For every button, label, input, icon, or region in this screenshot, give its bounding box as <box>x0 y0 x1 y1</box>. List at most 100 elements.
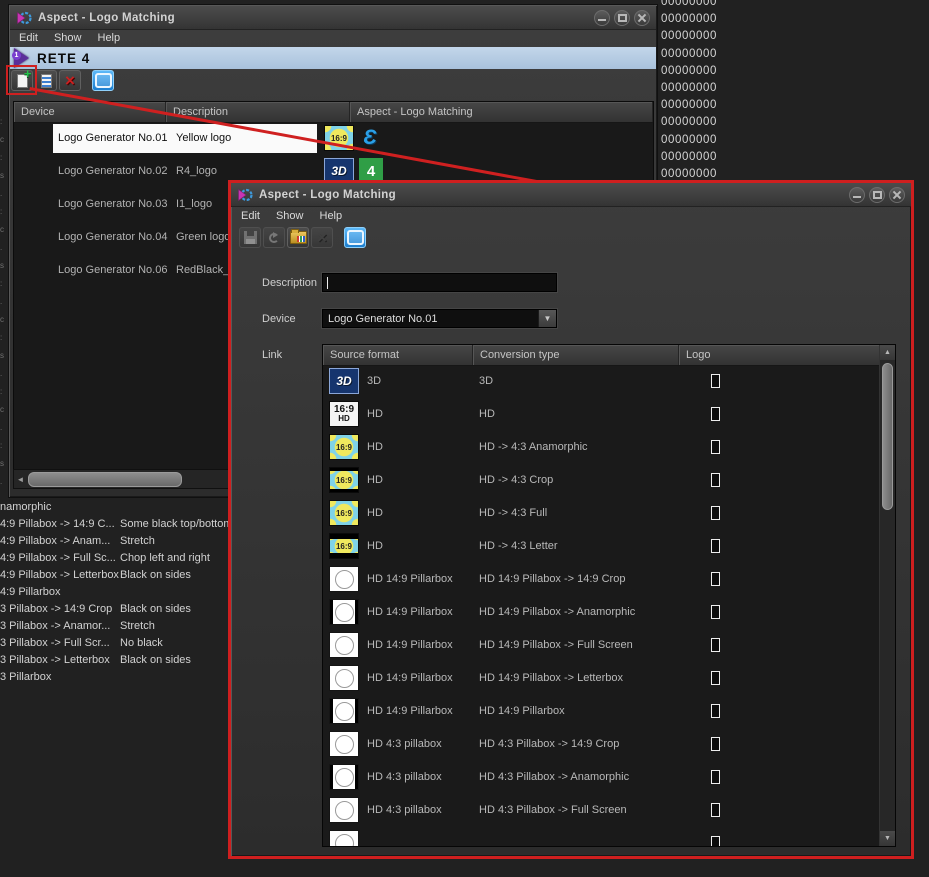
link-table-body: 3D3DHDHDHDHD -> 4:3 AnamorphicHDHD -> 4:… <box>323 365 880 846</box>
pillar-format-icon <box>329 632 359 658</box>
header-aspect-logo-matching[interactable]: Aspect - Logo Matching <box>350 102 653 122</box>
preview-button[interactable] <box>344 227 366 248</box>
clipped-glyph: . <box>0 478 8 486</box>
link-row[interactable]: HDHD -> 4:3 Letter <box>323 530 880 563</box>
conversion-behavior: Black on sides <box>120 569 191 581</box>
clipped-glyph: . <box>0 244 8 252</box>
minimize-button[interactable] <box>849 187 865 203</box>
conversion-type: HD -> 4:3 Full <box>479 507 547 519</box>
conversion-name: 3 Pillabox -> Anamor... <box>0 620 110 632</box>
source-format: HD 14:9 Pillarbox <box>367 573 453 585</box>
maximize-button[interactable] <box>614 10 630 26</box>
device-name: Logo Generator No.06 <box>58 264 167 276</box>
selected-channel-row[interactable]: RETE 4 <box>10 47 656 69</box>
titlebar[interactable]: Aspect - Logo Matching <box>231 183 911 207</box>
minimize-button[interactable] <box>594 10 610 26</box>
logo-placeholder <box>711 374 720 388</box>
hex-value: 00000000 <box>661 132 717 149</box>
header-device[interactable]: Device <box>14 102 166 122</box>
device-dropdown[interactable]: Logo Generator No.01 ▼ <box>322 309 557 328</box>
menu-bar: Edit Show Help <box>232 207 910 225</box>
link-row[interactable]: HDHD -> 4:3 Full <box>323 497 880 530</box>
link-row[interactable]: HD 4:3 pillaboxHD 4:3 Pillabox -> Anamor… <box>323 761 880 794</box>
menu-show[interactable]: Show <box>276 210 304 222</box>
scroll-up-arrow-icon[interactable]: ▲ <box>880 345 895 360</box>
link-row[interactable]: HD 14:9 Pillarbox HD 14:9 Pillabox -> 14:… <box>323 563 880 596</box>
logo-placeholder <box>711 440 720 454</box>
logo-placeholder <box>711 638 720 652</box>
channel-badge: 1 <box>12 51 21 60</box>
edit-item-icon <box>41 74 52 88</box>
conversion-type: HD 4:3 Pillabox -> Full Screen <box>479 804 627 816</box>
dropdown-arrow-button[interactable]: ▼ <box>538 310 556 327</box>
conversion-type: HD 14:9 Pillabox -> 14:9 Crop <box>479 573 625 585</box>
scroll-down-arrow-icon[interactable]: ▼ <box>880 831 895 846</box>
horizontal-scroll-thumb[interactable] <box>28 472 182 487</box>
menu-bar: Edit Show Help <box>10 29 656 47</box>
menu-edit[interactable]: Edit <box>19 32 38 44</box>
delete-icon <box>65 72 75 89</box>
header-source-format[interactable]: Source format <box>323 345 473 365</box>
horizontal-scrollbar[interactable]: ◄ <box>13 469 235 489</box>
link-row[interactable]: HDHD -> 4:3 Anamorphic <box>323 431 880 464</box>
link-row[interactable]: HD 14:9 PillarboxHD 14:9 Pillabox -> Ana… <box>323 596 880 629</box>
undo-button[interactable] <box>263 227 285 248</box>
conversion-name: 3 Pillabox -> Letterbox <box>0 654 110 666</box>
text-caret <box>327 277 328 289</box>
link-row[interactable] <box>323 827 880 846</box>
header-logo[interactable]: Logo <box>679 345 880 365</box>
source-format: HD 14:9 Pillarbox <box>367 639 453 651</box>
maximize-button[interactable] <box>869 187 885 203</box>
pillar-format-icon <box>329 830 359 846</box>
menu-help[interactable]: Help <box>98 32 121 44</box>
app-icon <box>16 10 32 26</box>
source-format: HD <box>367 474 383 486</box>
close-button[interactable] <box>889 187 905 203</box>
device-row[interactable]: Logo Generator No.01Yellow logo <box>14 122 653 155</box>
conversion-name: 3 Pillarbox <box>0 671 51 683</box>
link-row[interactable]: HD 4:3 pillaboxHD 4:3 Pillabox -> 14:9 C… <box>323 728 880 761</box>
description-input[interactable] <box>322 273 557 292</box>
device-description: I1_logo <box>176 198 212 210</box>
link-row[interactable]: HD 14:9 PillarboxHD 14:9 Pillarbox <box>323 695 880 728</box>
vertical-scrollbar[interactable]: ▲ ▼ <box>879 345 895 846</box>
link-row[interactable]: HD 14:9 PillarboxHD 14:9 Pillabox -> Let… <box>323 662 880 695</box>
conversion-type: HD 14:9 Pillabox -> Anamorphic <box>479 606 635 618</box>
logo-folder-button[interactable] <box>287 227 309 248</box>
link-row[interactable]: HD 14:9 PillarboxHD 14:9 Pillabox -> Ful… <box>323 629 880 662</box>
hex-value: 00000000 <box>661 28 717 45</box>
logo-placeholder <box>711 473 720 487</box>
close-button[interactable] <box>634 10 650 26</box>
menu-edit[interactable]: Edit <box>241 210 260 222</box>
delete-logo-button[interactable] <box>59 70 81 91</box>
pillar-format-icon <box>329 665 359 691</box>
logo-placeholder <box>711 836 720 846</box>
delete-logo-gray-button[interactable] <box>311 227 333 248</box>
hex-value: 00000000 <box>661 114 717 131</box>
logo-placeholder <box>711 704 720 718</box>
scroll-left-arrow-icon[interactable]: ◄ <box>14 475 27 484</box>
link-label: Link <box>262 349 282 361</box>
conversion-name: 4:9 Pillabox -> 14:9 C... <box>0 518 115 530</box>
toolbar <box>239 227 366 248</box>
app-icon <box>237 187 253 203</box>
logo-placeholder <box>711 407 720 421</box>
preview-button[interactable] <box>92 70 114 91</box>
vertical-scroll-thumb[interactable] <box>882 363 893 510</box>
conversion-name: 4:9 Pillabox -> Letterbox <box>0 569 119 581</box>
monitor-icon <box>95 73 112 88</box>
clipped-glyph: s <box>0 262 8 270</box>
link-row[interactable]: HDHD <box>323 398 880 431</box>
link-row[interactable]: HDHD -> 4:3 Crop <box>323 464 880 497</box>
link-row[interactable]: HD 4:3 pillaboxHD 4:3 Pillabox -> Full S… <box>323 794 880 827</box>
window-buttons <box>594 10 650 26</box>
save-button[interactable] <box>239 227 261 248</box>
titlebar[interactable]: Aspect - Logo Matching <box>10 6 656 30</box>
header-conversion-type[interactable]: Conversion type <box>473 345 679 365</box>
conversion-name: 3 Pillabox -> Full Scr... <box>0 637 110 649</box>
menu-show[interactable]: Show <box>54 32 82 44</box>
pillar-format-icon <box>329 566 359 592</box>
link-row[interactable]: 3D3D <box>323 365 880 398</box>
menu-help[interactable]: Help <box>320 210 343 222</box>
clipped-glyph: c <box>0 316 8 324</box>
